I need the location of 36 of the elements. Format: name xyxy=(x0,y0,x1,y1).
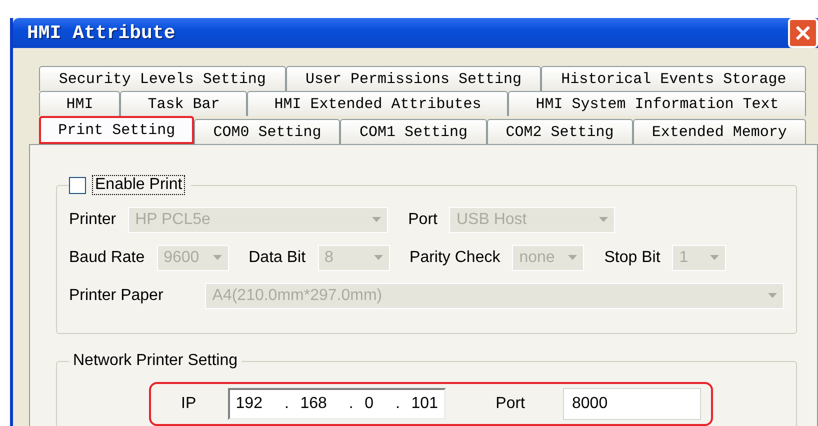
tab[interactable]: HMI System Information Text xyxy=(508,91,806,116)
tab[interactable]: User Permissions Setting xyxy=(286,66,542,91)
dropdown-arrow-icon xyxy=(372,217,382,223)
tab[interactable]: COM2 Setting xyxy=(486,119,633,144)
port-label: Port xyxy=(496,395,525,413)
tab[interactable]: COM0 Setting xyxy=(194,119,340,144)
dropdown-arrow-icon xyxy=(768,293,777,299)
dropdown-arrow-icon xyxy=(710,255,720,261)
tab[interactable]: HMI Extended Attributes xyxy=(246,91,508,116)
tab[interactable]: COM1 Setting xyxy=(340,119,487,144)
tab[interactable]: Security Levels Setting xyxy=(39,66,286,91)
ip-label: IP xyxy=(181,395,196,413)
ip-field[interactable]: 192 . 168 . 0 . 101 xyxy=(228,388,446,420)
group-title: Network Printer Setting xyxy=(72,352,239,370)
tab[interactable]: Historical Events Storage xyxy=(541,66,806,91)
field-label: Baud Rate xyxy=(69,249,145,267)
field-label: Stop Bit xyxy=(604,249,660,267)
tab[interactable]: Extended Memory xyxy=(632,119,806,144)
dropdown-arrow-icon xyxy=(568,255,578,261)
dropdown-arrow-icon xyxy=(374,255,383,261)
field-label: Parity Check xyxy=(410,249,500,267)
field-label: Printer Paper xyxy=(69,287,164,305)
tab[interactable]: Task Bar xyxy=(120,91,247,116)
dropdown-arrow-icon xyxy=(212,255,222,261)
tab[interactable]: HMI xyxy=(39,91,120,116)
field-label: Port xyxy=(408,211,438,229)
close-icon xyxy=(795,25,811,41)
field-label: Printer xyxy=(69,211,116,229)
port-field[interactable]: 8000 xyxy=(563,388,701,420)
tab[interactable]: Print Setting xyxy=(39,116,194,144)
window-title: HMI Attribute xyxy=(27,22,176,44)
close-button[interactable] xyxy=(788,18,818,48)
checkbox-label[interactable]: Enable Print xyxy=(92,175,186,195)
field-label: Data Bit xyxy=(248,249,306,267)
checkbox[interactable] xyxy=(69,176,86,194)
dropdown-arrow-icon xyxy=(599,217,608,223)
